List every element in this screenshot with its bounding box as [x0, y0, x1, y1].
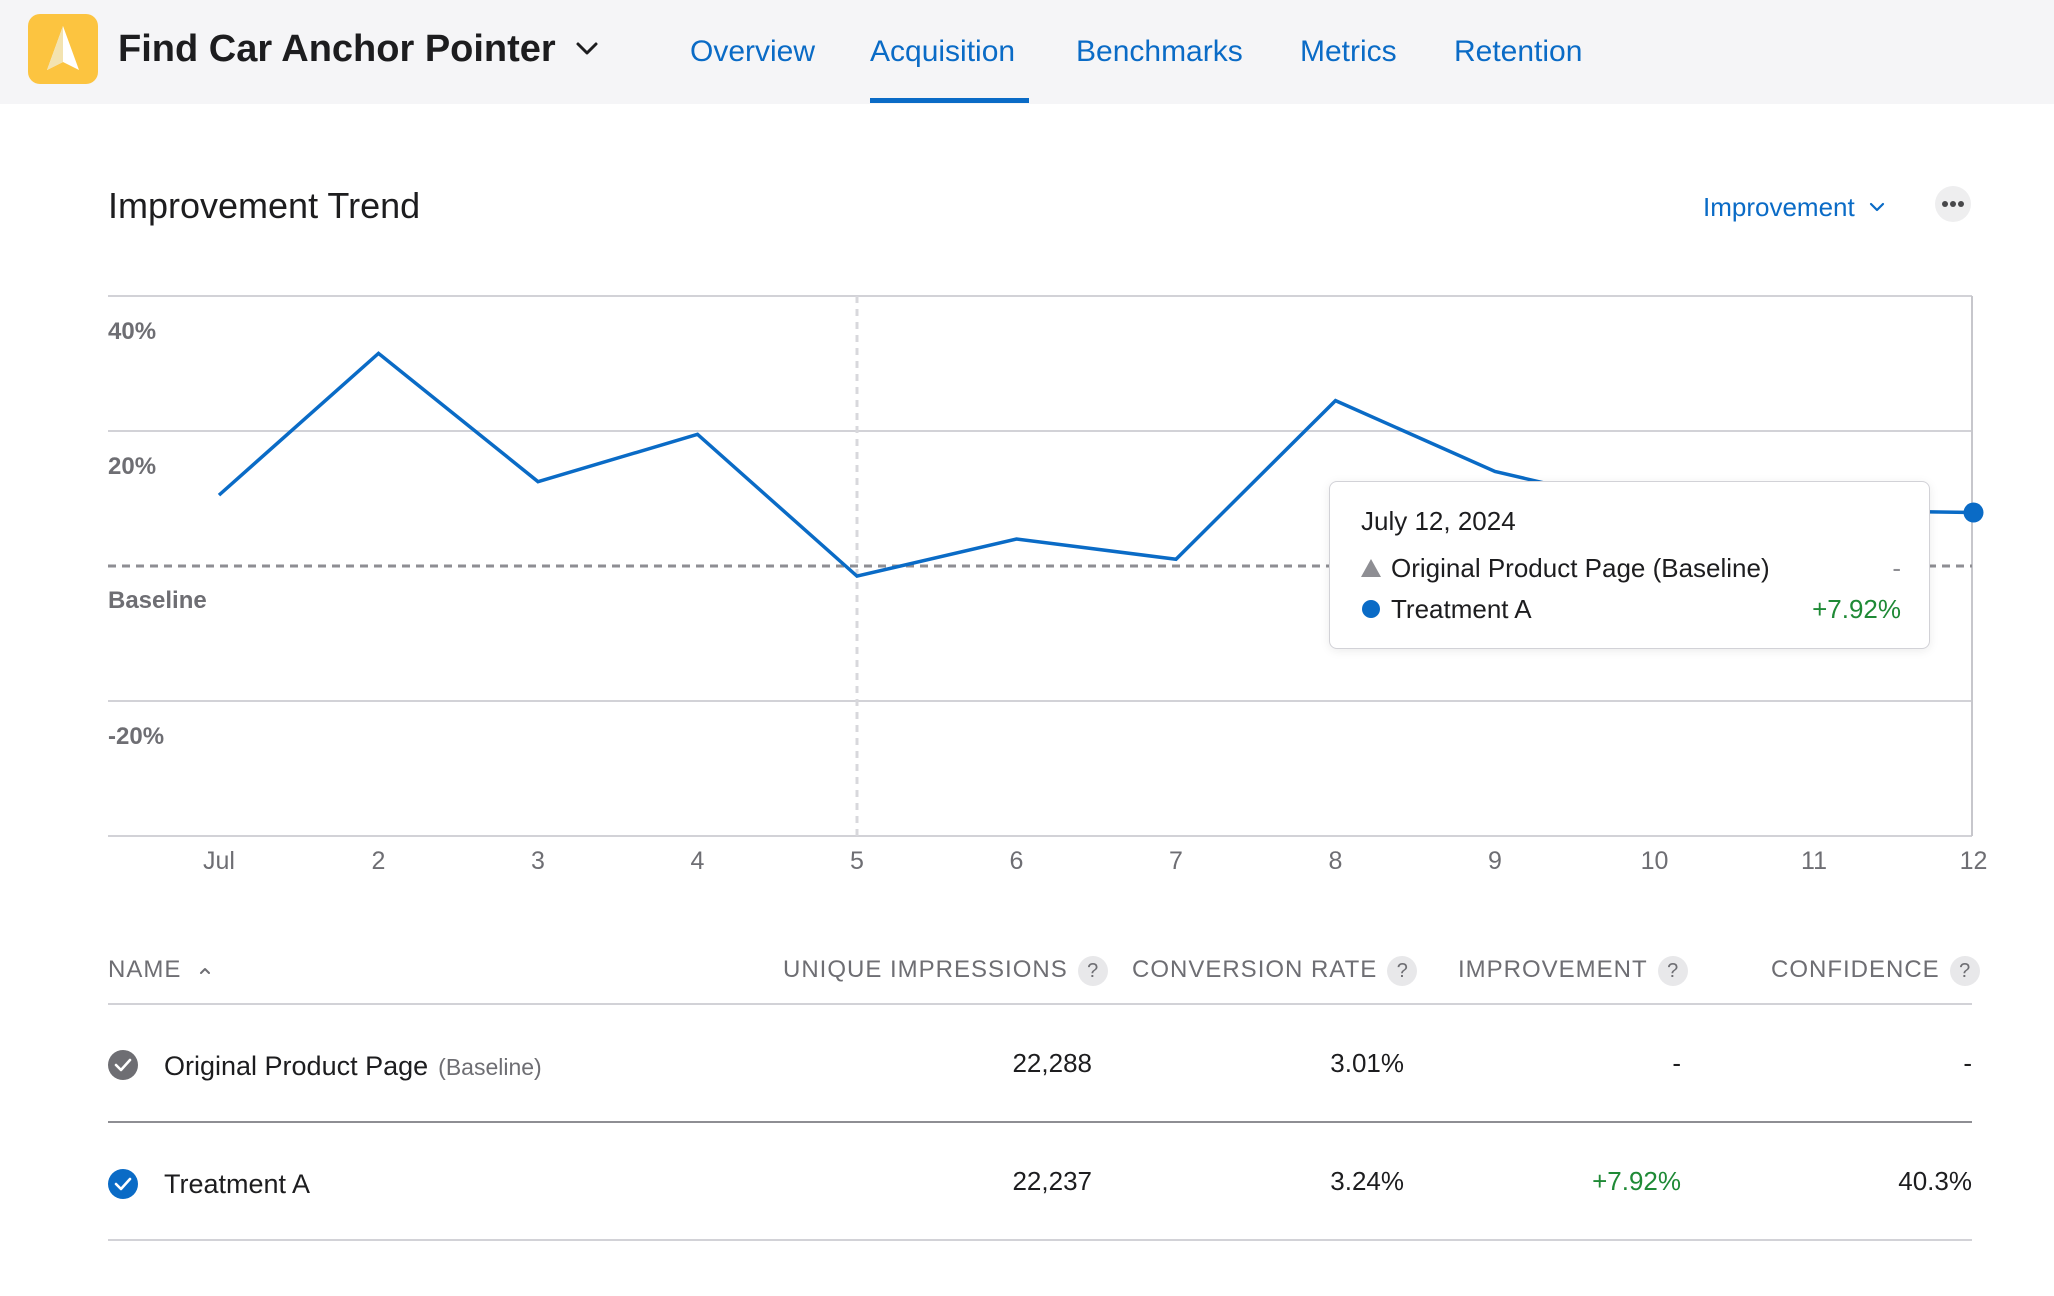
column-header-label: CONVERSION RATE	[1132, 956, 1378, 983]
more-options-button[interactable]	[1935, 186, 1971, 222]
x-tick-label: 5	[850, 847, 864, 875]
tab-retention[interactable]: Retention	[1454, 30, 1582, 74]
x-tick-label: 6	[1009, 847, 1024, 875]
app-name[interactable]: Find Car Anchor Pointer	[118, 24, 556, 74]
x-tick-label: 3	[531, 847, 545, 875]
pointer-icon	[47, 26, 79, 70]
divider	[108, 1239, 1972, 1241]
x-tick-label: 11	[1801, 847, 1827, 875]
baseline-label: Baseline	[108, 587, 207, 614]
tooltip-series-value: +7.92%	[1812, 594, 1901, 624]
column-header-impressions[interactable]: UNIQUE IMPRESSIONS?	[783, 953, 1108, 987]
column-header-label: CONFIDENCE	[1771, 956, 1940, 983]
x-tick-label: 9	[1488, 847, 1502, 875]
row-checkbox[interactable]	[108, 1169, 138, 1199]
triangle-marker-icon	[1361, 559, 1381, 577]
x-tick-label: 8	[1328, 847, 1343, 875]
x-tick-label: 2	[371, 847, 386, 875]
column-header-label: NAME	[108, 956, 182, 983]
column-header-conversion[interactable]: CONVERSION RATE?	[1132, 953, 1418, 987]
tab-metrics[interactable]: Metrics	[1300, 30, 1397, 74]
cell-confidence: 40.3%	[1898, 1166, 1972, 1196]
column-header-label: IMPROVEMENT	[1458, 956, 1648, 983]
top-bar: Find Car Anchor Pointer Overview Acquisi…	[0, 0, 2054, 104]
help-icon[interactable]: ?	[1657, 955, 1688, 986]
divider	[108, 1003, 1972, 1005]
row-name-text: Treatment A	[164, 1169, 311, 1199]
column-header-confidence[interactable]: CONFIDENCE?	[1771, 953, 1980, 987]
table-row-name: Treatment A	[164, 1167, 310, 1201]
divider	[108, 1121, 1972, 1123]
cell-confidence: -	[1963, 1048, 1972, 1078]
tooltip-row: Original Product Page (Baseline) -	[1361, 551, 1901, 585]
ellipsis-icon	[1942, 201, 1964, 207]
column-header-label: UNIQUE IMPRESSIONS	[783, 956, 1068, 983]
help-icon[interactable]: ?	[1077, 955, 1108, 986]
data-point	[1963, 502, 1984, 523]
tab-overview[interactable]: Overview	[690, 30, 815, 74]
x-tick-label: 4	[690, 847, 705, 875]
column-header-improvement[interactable]: IMPROVEMENT?	[1458, 953, 1688, 987]
tab-acquisition[interactable]: Acquisition	[870, 30, 1015, 74]
y-tick-label: -20%	[108, 723, 165, 750]
x-tick-label: 10	[1640, 847, 1669, 875]
chevron-down-icon[interactable]	[574, 36, 600, 62]
app-icon[interactable]	[28, 14, 98, 84]
cell-improvement: +7.92%	[1592, 1166, 1681, 1196]
active-tab-indicator	[870, 98, 1029, 103]
row-name-text: Original Product Page	[164, 1051, 429, 1081]
cell-improvement: -	[1672, 1048, 1681, 1078]
cell-impressions: 22,237	[1012, 1166, 1092, 1196]
checkmark-icon	[114, 1177, 132, 1191]
row-name-sub: (Baseline)	[438, 1054, 542, 1080]
column-header-name[interactable]: NAME	[108, 953, 213, 987]
tooltip-row: Treatment A +7.92%	[1361, 592, 1901, 626]
chevron-down-icon[interactable]	[1868, 198, 1886, 216]
section-title: Improvement Trend	[108, 185, 421, 226]
tooltip-series-value: -	[1892, 553, 1901, 583]
cell-conversion: 3.01%	[1330, 1048, 1404, 1078]
cell-impressions: 22,288	[1012, 1048, 1092, 1078]
help-icon[interactable]: ?	[1387, 955, 1418, 986]
y-tick-label: 40%	[108, 318, 157, 345]
x-tick-label: Jul	[203, 847, 235, 875]
tooltip-date: July 12, 2024	[1361, 506, 1516, 536]
x-tick-label: 7	[1169, 847, 1183, 875]
cell-conversion: 3.24%	[1330, 1166, 1404, 1196]
chart-tooltip: July 12, 2024 Original Product Page (Bas…	[1329, 481, 1930, 649]
checkmark-icon	[114, 1058, 132, 1072]
metric-selector[interactable]: Improvement	[1703, 189, 1855, 225]
tab-benchmarks[interactable]: Benchmarks	[1076, 30, 1243, 74]
x-tick-label: 12	[1959, 847, 1988, 875]
circle-marker-icon	[1362, 600, 1380, 618]
tooltip-series-name: Original Product Page (Baseline)	[1391, 553, 1770, 583]
row-checkbox[interactable]	[108, 1050, 138, 1080]
table-row-name: Original Product Page (Baseline)	[164, 1049, 542, 1084]
help-icon[interactable]: ?	[1949, 955, 1980, 986]
tooltip-series-name: Treatment A	[1391, 594, 1532, 624]
y-tick-label: 20%	[108, 453, 157, 480]
sort-ascending-icon	[200, 967, 211, 974]
